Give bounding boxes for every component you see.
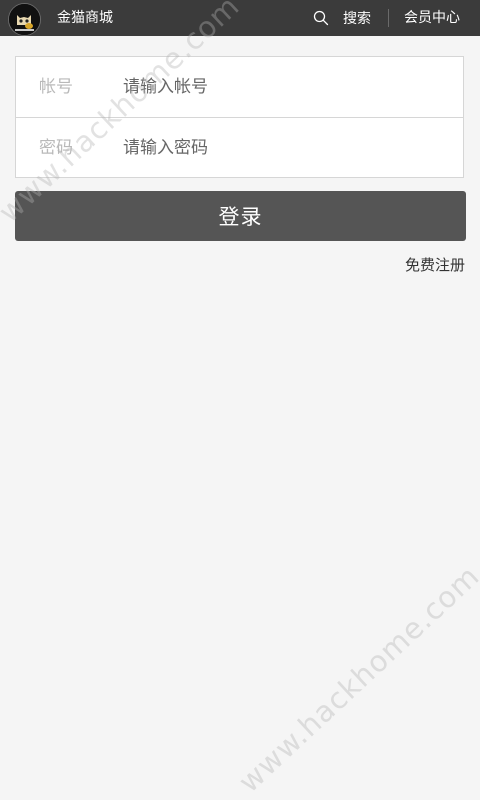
member-center-link[interactable]: 会员中心: [404, 9, 460, 27]
password-row: 密码: [16, 118, 463, 178]
account-row: 帐号: [16, 57, 463, 118]
account-label: 帐号: [39, 77, 73, 97]
app-logo[interactable]: [8, 3, 41, 36]
login-form: 帐号 密码: [15, 56, 464, 178]
search-icon: [313, 10, 329, 26]
watermark-text: www.hackhome.com: [231, 558, 480, 799]
password-label: 密码: [39, 138, 73, 158]
cat-logo-icon: [9, 4, 40, 35]
header-divider: [388, 9, 389, 27]
account-input[interactable]: [123, 71, 443, 103]
search-button[interactable]: 搜索: [313, 0, 371, 36]
app-title: 金猫商城: [57, 10, 113, 26]
login-button[interactable]: 登录: [15, 191, 466, 241]
search-label: 搜索: [343, 11, 371, 27]
register-link[interactable]: 免费注册: [405, 255, 465, 275]
password-input[interactable]: [123, 132, 443, 164]
top-bar: 金猫商城 搜索 会员中心: [0, 0, 480, 36]
